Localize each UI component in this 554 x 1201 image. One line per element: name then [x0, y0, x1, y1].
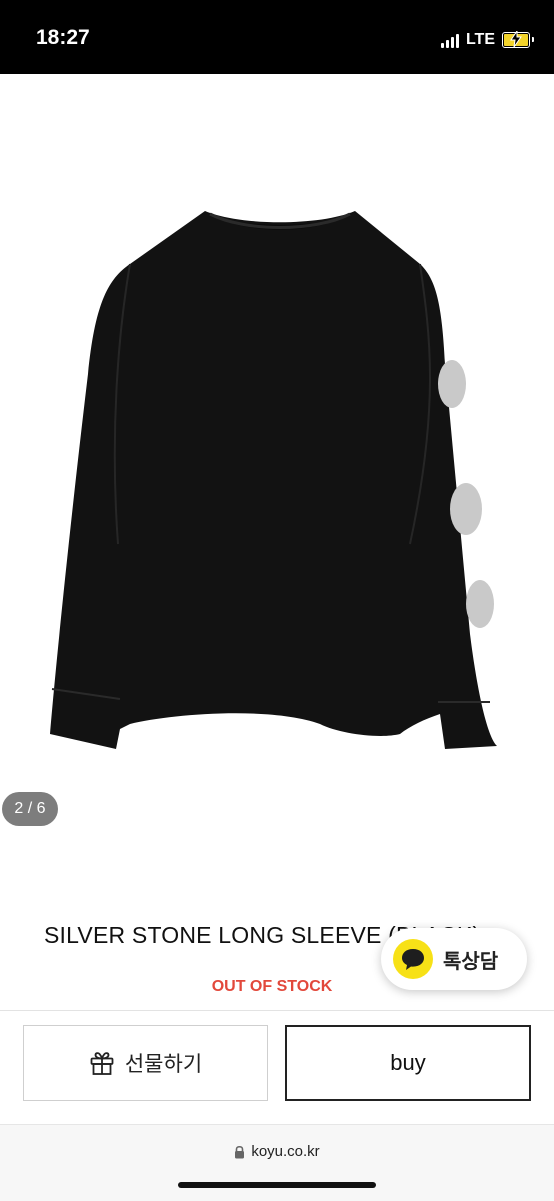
buy-button-label: buy	[390, 1050, 426, 1075]
image-counter: 2 / 6	[2, 792, 58, 826]
browser-address-bar[interactable]	[0, 1124, 554, 1201]
url-display[interactable]: koyu.co.kr	[0, 1143, 554, 1160]
tshirt-image	[50, 211, 497, 749]
buy-button[interactable]: buy	[285, 1025, 531, 1101]
network-label: LTE	[465, 31, 495, 48]
gift-button[interactable]: 선물하기	[23, 1025, 268, 1101]
talk-consult-label: 톡상담	[443, 948, 499, 973]
status-indicators: LTE	[440, 29, 534, 51]
talk-consult-button[interactable]: 톡상담	[381, 928, 527, 990]
home-indicator[interactable]	[178, 1182, 376, 1188]
speech-bubble-icon	[393, 939, 433, 979]
gift-icon	[90, 1052, 114, 1075]
url-text: koyu.co.kr	[251, 1143, 320, 1160]
gift-button-label: 선물하기	[124, 1052, 203, 1076]
battery-icon	[502, 31, 534, 48]
lock-icon	[235, 1145, 245, 1158]
signal-icon	[440, 32, 459, 48]
product-image[interactable]	[0, 74, 554, 854]
status-time: 18:27	[36, 26, 90, 49]
status-bar: 18:27 LTE	[0, 0, 554, 74]
